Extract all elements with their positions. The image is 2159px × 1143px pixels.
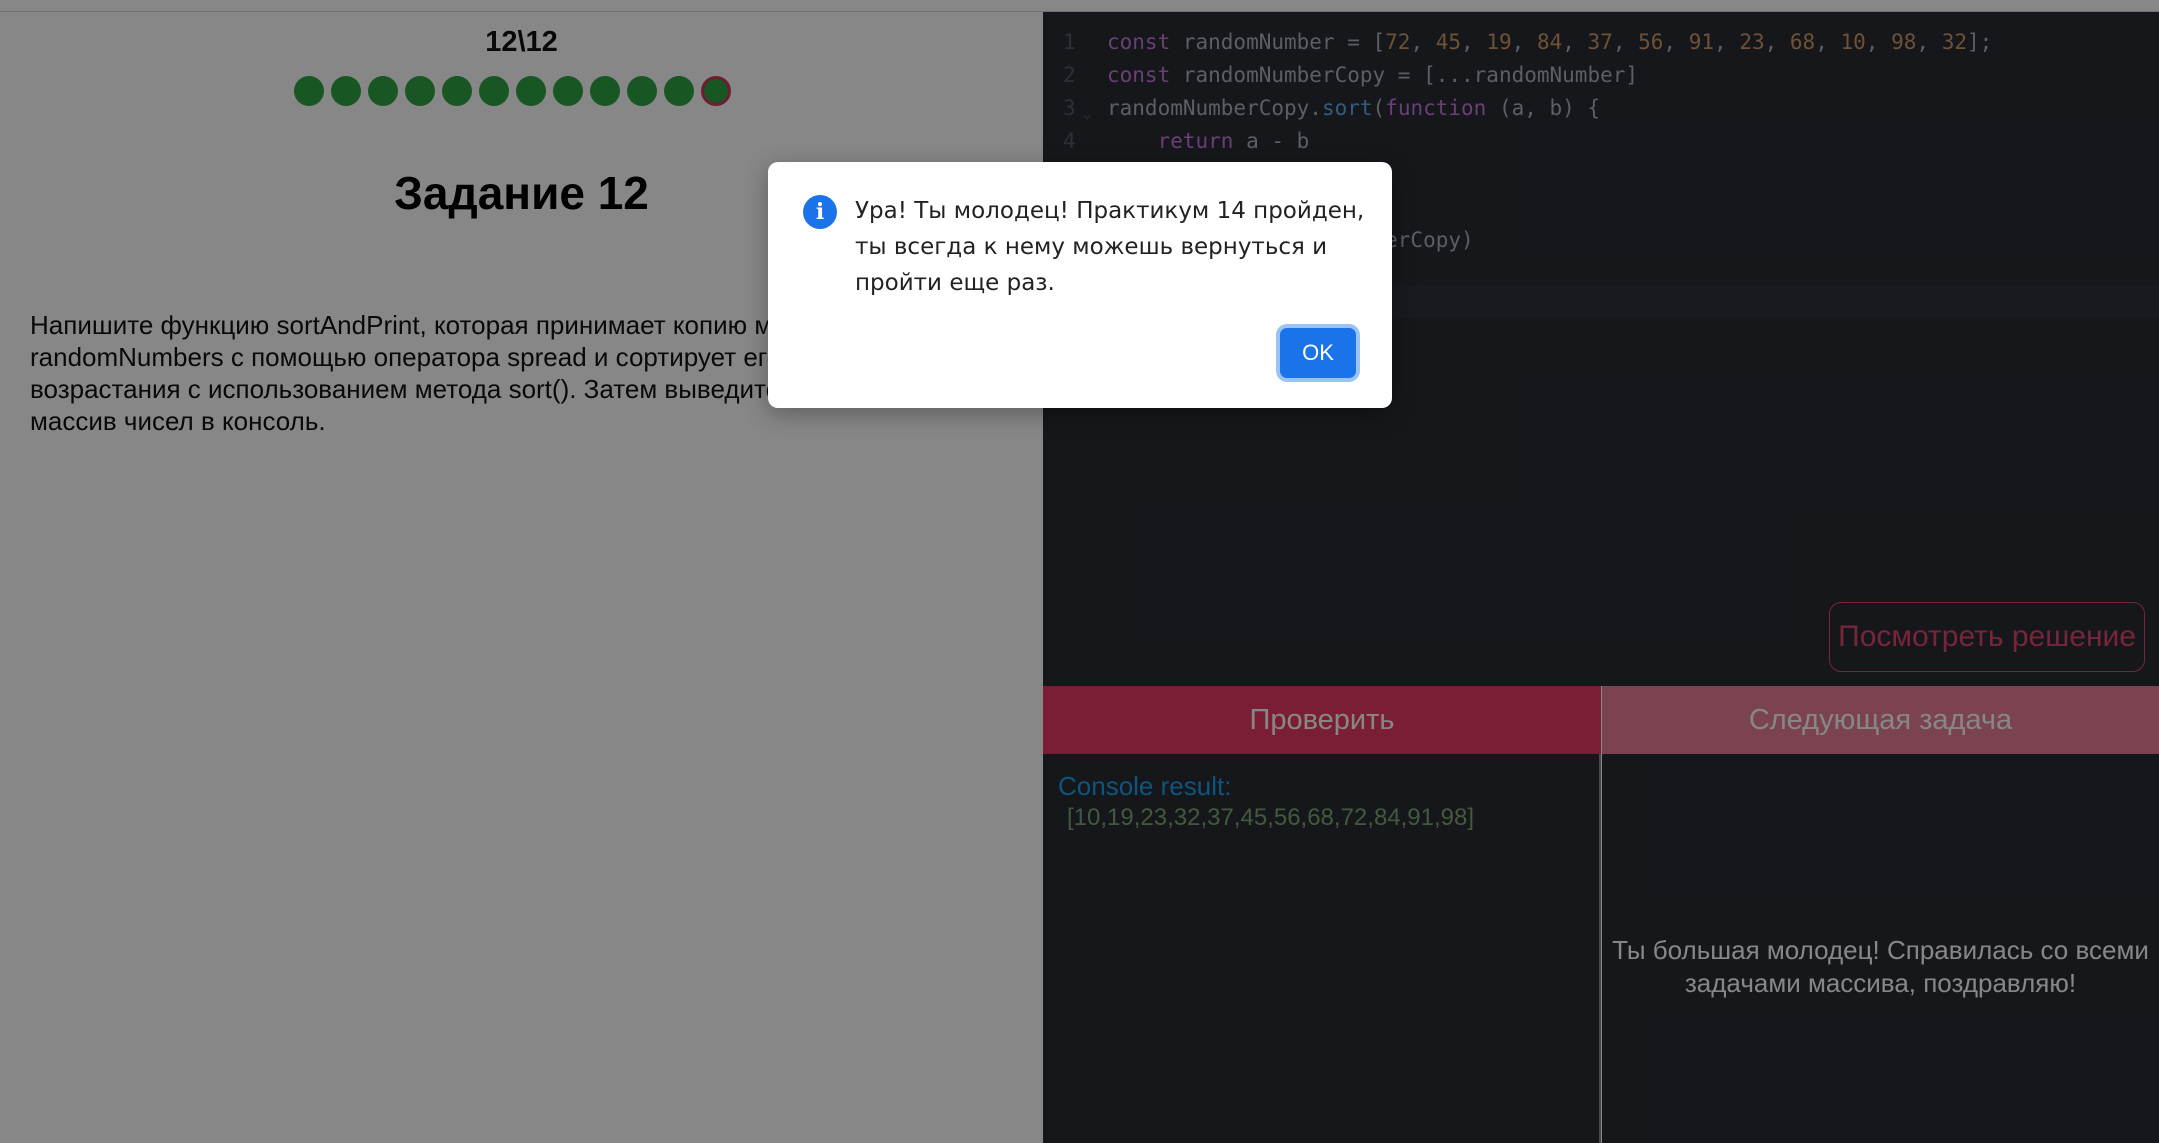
alert-dialog: i Ура! Ты молодец! Практикум 14 пройден,… <box>768 162 1392 408</box>
dialog-message: Ура! Ты молодец! Практикум 14 пройден, т… <box>855 198 1365 296</box>
ok-button[interactable]: OK <box>1280 328 1356 378</box>
info-icon: i <box>803 195 837 229</box>
